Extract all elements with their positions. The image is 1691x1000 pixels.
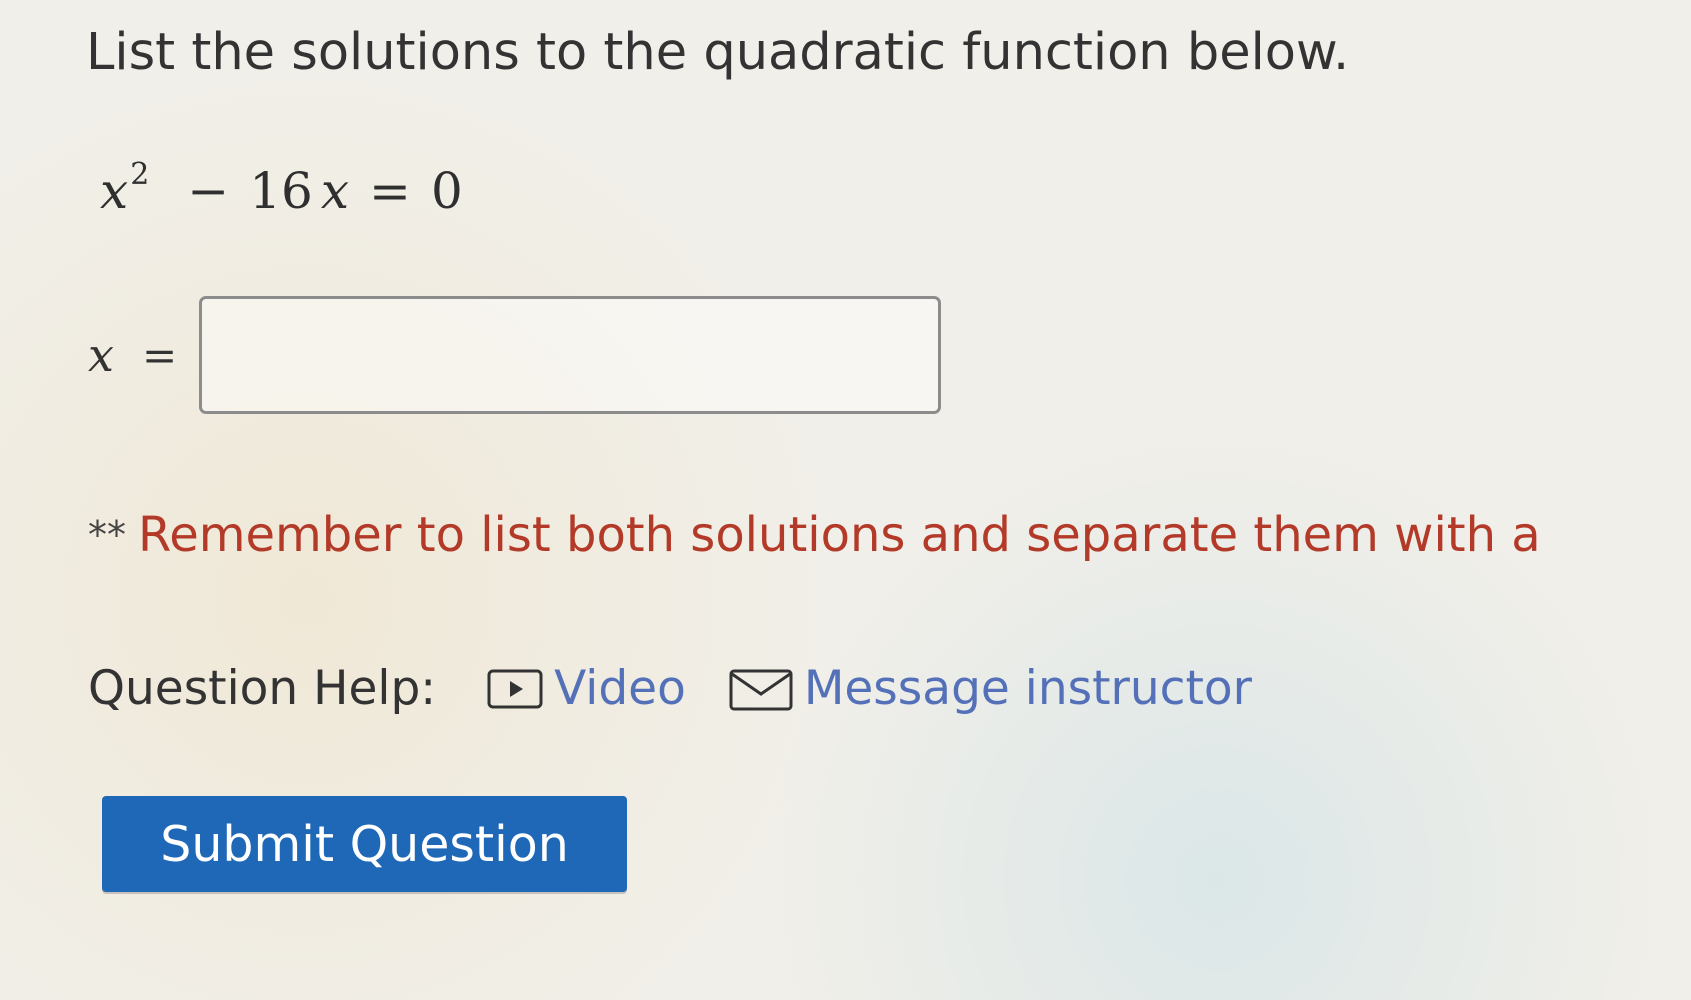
answer-input[interactable] (199, 296, 942, 414)
video-help-link[interactable]: Video (486, 659, 686, 719)
equation-linear-variable: x (320, 162, 350, 220)
question-help-label: Question Help: (88, 661, 437, 716)
message-instructor-link[interactable]: Message instructor (728, 659, 1252, 719)
mail-icon (728, 664, 794, 714)
equation-minus-sign: − (187, 162, 230, 220)
reminder-message: ** Remember to list both solutions and se… (88, 505, 1691, 565)
play-icon (486, 666, 544, 712)
equation-right-hand-side: 0 (430, 162, 463, 220)
question-title: List the solutions to the quadratic func… (86, 23, 1350, 82)
equation-coefficient: 16 (249, 162, 313, 220)
quadratic-equation: x 2 − 16 x = 0 (100, 157, 463, 232)
equation-variable: x (100, 162, 129, 220)
equation-exponent: 2 (130, 157, 150, 192)
question-page: List the solutions to the quadratic func… (0, 0, 1691, 1000)
message-instructor-label: Message instructor (803, 661, 1252, 716)
reminder-text: Remember to list both solutions and sepa… (138, 507, 1541, 563)
question-help: Question Help: Video Message instructor (88, 656, 1294, 722)
video-help-label: Video (554, 661, 686, 716)
reminder-asterisks: ** (88, 513, 126, 557)
answer-variable: x (88, 328, 114, 382)
answer-row: x = (88, 294, 942, 416)
equation-equals-sign: = (369, 162, 411, 220)
submit-question-button[interactable]: Submit Question (102, 796, 627, 892)
answer-equals-sign: = (142, 330, 178, 380)
